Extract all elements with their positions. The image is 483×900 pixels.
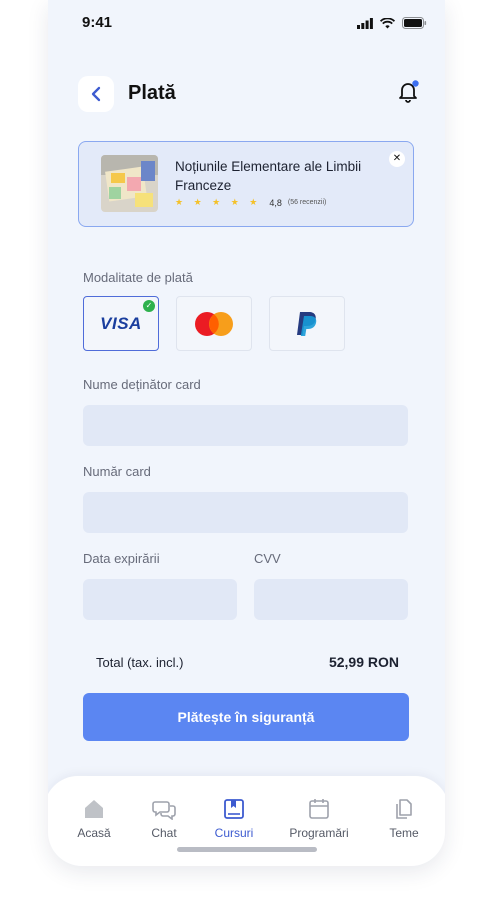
book-icon — [224, 799, 244, 819]
documents-icon — [396, 799, 412, 819]
nav-item-courses[interactable]: Cursuri — [199, 798, 269, 840]
expiry-date-input[interactable] — [83, 579, 237, 620]
course-thumbnail — [101, 155, 158, 212]
status-time: 9:41 — [82, 14, 113, 31]
bell-icon[interactable] — [395, 78, 421, 104]
status-bar: 9:41 — [48, 0, 445, 46]
chevron-left-icon — [91, 86, 101, 102]
card-number-label: Număr card — [83, 464, 151, 479]
nav-label-homework: Teme — [389, 826, 419, 840]
nav-label-courses: Cursuri — [214, 826, 254, 840]
total-label: Total (tax. incl.) — [96, 655, 184, 670]
phone-screen: 9:41 Plată Noțiunile Elementare ale Limb… — [48, 0, 445, 866]
cardholder-name-input[interactable] — [83, 405, 408, 446]
nav-item-appointments[interactable]: Programări — [284, 798, 354, 840]
bottom-navigation: Acasă Chat Cursuri Programări Teme — [48, 776, 445, 866]
back-button[interactable] — [78, 76, 114, 112]
header: Plată — [78, 76, 423, 112]
card-number-input[interactable] — [83, 492, 408, 533]
close-icon[interactable]: ✕ — [389, 151, 405, 167]
selected-check-icon: ✓ — [143, 300, 155, 312]
cvv-label: CVV — [254, 551, 281, 566]
battery-icon — [402, 17, 427, 29]
visa-logo: VISA — [100, 313, 142, 333]
nav-item-homework[interactable]: Teme — [369, 798, 439, 840]
course-title: Noțiunile Elementare ale Limbii Franceze — [175, 159, 362, 193]
payment-method-label: Modalitate de plată — [83, 270, 193, 285]
nav-item-home[interactable]: Acasă — [59, 798, 129, 840]
nav-label-home: Acasă — [77, 826, 111, 840]
home-indicator — [177, 847, 317, 852]
status-icons — [357, 17, 427, 29]
cvv-input[interactable] — [254, 579, 408, 620]
course-card[interactable]: Noțiunile Elementare ale Limbii Franceze… — [78, 141, 414, 227]
review-count: (56 recenzii) — [287, 199, 327, 206]
total-value: 52,99 RON — [328, 654, 399, 670]
home-icon — [85, 800, 103, 818]
nav-item-chat[interactable]: Chat — [129, 798, 199, 840]
wifi-icon — [380, 17, 395, 28]
rating-value: 4,8 — [269, 197, 282, 208]
nav-label-appointments: Programări — [289, 826, 349, 840]
paypal-option[interactable] — [269, 296, 345, 351]
paypal-logo-icon — [297, 311, 317, 336]
course-rating: ★ ★ ★ ★ ★ 4,8 (56 recenzii) — [175, 197, 326, 208]
star-rating-icons: ★ ★ ★ ★ ★ — [175, 197, 262, 207]
cardholder-label: Nume deținător card — [83, 377, 201, 392]
expiry-label: Data expirării — [83, 551, 160, 566]
mastercard-logo-icon — [195, 311, 233, 336]
signal-icon — [357, 17, 373, 29]
visa-option[interactable]: VISA ✓ — [83, 296, 159, 351]
calendar-icon — [309, 799, 329, 819]
pay-securely-button[interactable]: Plătește în siguranță — [83, 693, 409, 741]
nav-label-chat: Chat — [151, 826, 177, 840]
page-title: Plată — [128, 82, 176, 104]
mastercard-option[interactable] — [176, 296, 252, 351]
chat-icon — [152, 801, 176, 820]
